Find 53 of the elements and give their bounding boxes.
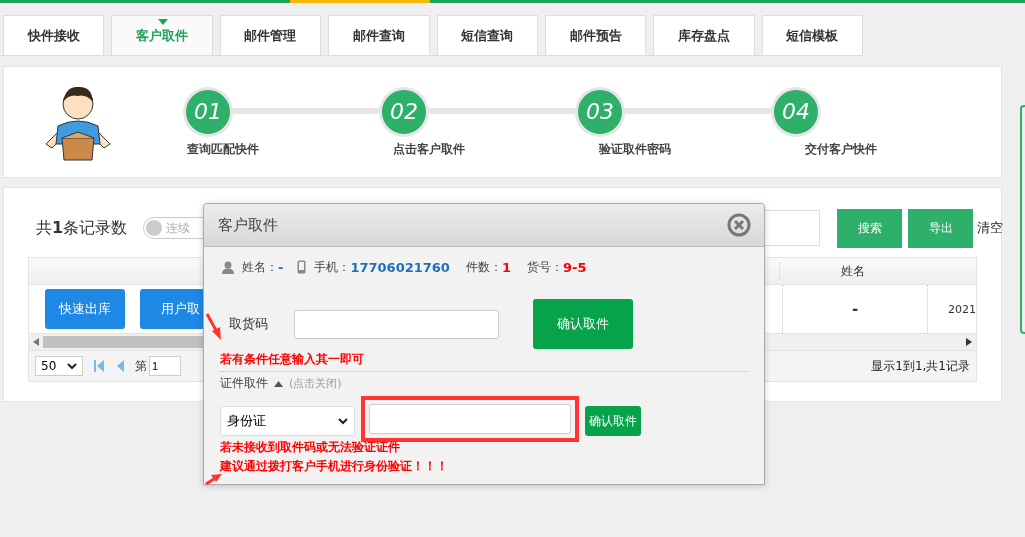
chevron-down-icon <box>338 417 348 425</box>
toggle-hint: (点击关闭) <box>289 376 342 391</box>
info-value: 9-5 <box>562 259 587 275</box>
info-label: 姓名： <box>242 258 278 276</box>
step-number: 01 <box>183 86 233 137</box>
info-value: 1 <box>501 259 511 275</box>
scroll-left-icon[interactable] <box>33 338 39 346</box>
chevron-down-icon <box>67 362 77 370</box>
scroll-right-icon[interactable] <box>966 338 972 346</box>
warning-text: 若未接收到取件码或无法验证证件 <box>220 439 400 456</box>
field-label: 取货码 <box>229 315 269 333</box>
info-value: 17706021760 <box>350 259 450 275</box>
record-count: 共1条记录数 <box>36 217 128 239</box>
info-value: - <box>278 259 284 275</box>
table-cell: 2021 <box>927 285 976 333</box>
first-page-icon[interactable] <box>93 359 105 373</box>
info-label: 货号： <box>526 258 563 276</box>
tab[interactable]: 邮件管理 <box>219 15 322 55</box>
tab[interactable]: 邮件预告 <box>544 15 647 55</box>
tab[interactable]: 库存盘点 <box>653 15 755 55</box>
annotation-arrow <box>205 474 222 486</box>
page-size-select[interactable]: 50 <box>35 356 83 376</box>
tab[interactable]: 快件接收 <box>3 15 105 55</box>
step-number: 03 <box>575 86 625 137</box>
warning-text: 建议通过拨打客户手机进行身份验证！！！ <box>220 458 448 475</box>
tab[interactable]: 邮件查询 <box>328 15 430 55</box>
id-number-field[interactable] <box>369 404 571 434</box>
tab[interactable]: 短信查询 <box>436 15 538 55</box>
step-number: 02 <box>379 86 429 137</box>
step-label: 查询匹配快件 <box>187 140 260 158</box>
annotation-arrow <box>205 313 221 340</box>
page-summary: 显示1到1,共1记录 <box>871 357 970 375</box>
table-cell: - <box>782 285 927 333</box>
step-label: 验证取件密码 <box>599 140 672 158</box>
close-icon[interactable] <box>727 213 751 237</box>
column-header: 姓名 <box>779 262 926 280</box>
step-label: 点击客户取件 <box>393 140 466 158</box>
page-label: 第 <box>135 357 147 375</box>
row-action-button[interactable]: 快速出库 <box>45 289 125 329</box>
pickup-code-field[interactable] <box>294 309 499 339</box>
person-icon <box>222 260 234 274</box>
page-input[interactable]: 1 <box>149 356 181 376</box>
section-toggle[interactable]: 证件取件 <box>220 375 268 392</box>
phone-icon <box>297 260 307 274</box>
previous-page-icon[interactable] <box>115 359 125 373</box>
info-label: 手机： <box>314 258 351 276</box>
step-label: 交付客户快件 <box>805 140 878 158</box>
tab[interactable]: 短信模板 <box>761 15 863 55</box>
hint-text: 若有条件任意输入其一即可 <box>220 351 364 368</box>
id-type-select[interactable]: 身份证 <box>220 406 355 436</box>
clear-link[interactable]: 清空 <box>977 219 1003 237</box>
step-number: 04 <box>771 86 821 137</box>
info-label: 件数： <box>465 258 502 276</box>
